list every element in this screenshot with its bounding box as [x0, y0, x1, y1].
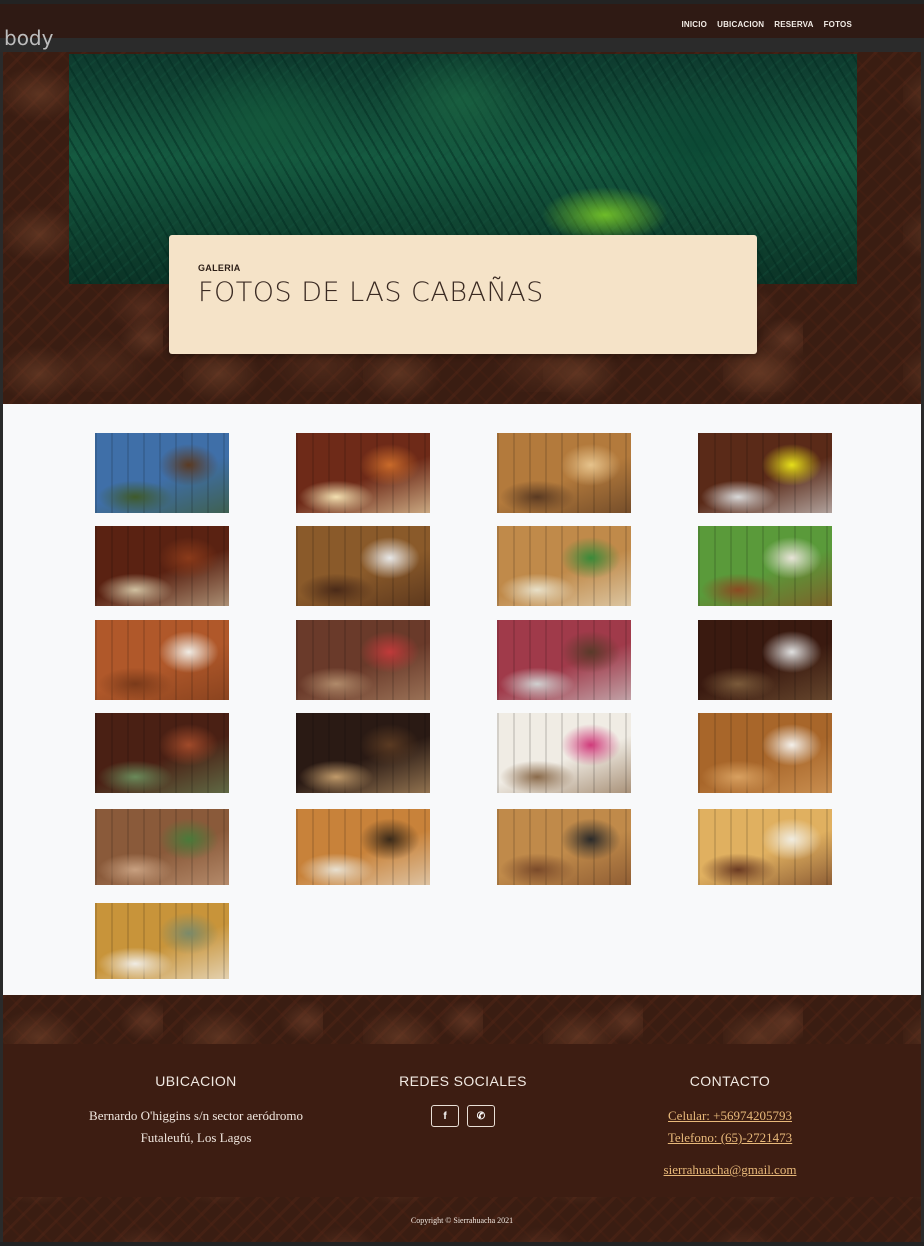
celular-link[interactable]: Celular: +56974205793 [620, 1105, 840, 1127]
facebook-icon[interactable]: f [431, 1105, 459, 1127]
gallery-photo-bathroom-door[interactable] [95, 620, 229, 700]
gallery-photo-kitchen-fridge[interactable] [296, 526, 430, 606]
main-nav: INICIO UBICACION RESERVA FOTOS [681, 20, 852, 29]
gallery-photo-kitchen-pink[interactable] [497, 620, 631, 700]
footer: UBICACION Bernardo O'higgins s/n sector … [3, 995, 921, 1246]
gallery-photo-living-room-sofa[interactable] [698, 809, 832, 885]
gallery-photo-kitchen-tv[interactable] [296, 809, 430, 885]
redes-heading: REDES SOCIALES [399, 1073, 527, 1089]
gallery-photo-cabin-exterior-mountains[interactable] [95, 433, 229, 513]
gallery-photo-kitchen-yellow-curtain[interactable] [698, 433, 832, 513]
gallery-photo-living-room-wood[interactable] [296, 433, 430, 513]
gallery-photo-bedroom-twin-beds[interactable] [95, 903, 229, 979]
copyright: Copyright © Sierrahuacha 2021 [410, 1216, 514, 1225]
hero-kicker: GALERIA [198, 263, 241, 273]
social-links: f ✆ [383, 1105, 543, 1127]
nav-fotos[interactable]: FOTOS [824, 20, 852, 29]
gallery-photo-living-kitchen-stove[interactable] [497, 809, 631, 885]
gallery-photo-living-dining-red[interactable] [296, 620, 430, 700]
footer-panel: UBICACION Bernardo O'higgins s/n sector … [3, 1044, 921, 1197]
gallery-photo-kitchen-wood[interactable] [497, 433, 631, 513]
nav-ubicacion[interactable]: UBICACION [717, 20, 764, 29]
gallery-photo-hallway-pink[interactable] [497, 713, 631, 793]
debug-body-label: body [4, 26, 54, 50]
top-navbar: INICIO UBICACION RESERVA FOTOS [0, 0, 924, 38]
telefono-link[interactable]: Telefono: (65)-2721473 [620, 1127, 840, 1149]
gallery-photo-bathroom-vanity[interactable] [698, 713, 832, 793]
photo-gallery [3, 404, 921, 995]
nav-inicio[interactable]: INICIO [681, 20, 707, 29]
hero-section: GALERIA FOTOS DE LAS CABAÑAS [3, 52, 921, 404]
address-line-2: Futaleufú, Los Lagos [140, 1130, 252, 1145]
gallery-photo-cabin-deck-exterior[interactable] [95, 809, 229, 885]
gallery-photo-bedroom-green[interactable] [497, 526, 631, 606]
footer-contacto: CONTACTO Celular: +56974205793 Telefono:… [620, 1073, 840, 1181]
address-line-1: Bernardo O'higgins s/n sector aeródromo [89, 1108, 303, 1123]
gallery-photo-dining-wood-door[interactable] [95, 526, 229, 606]
topbar-strip [0, 38, 924, 52]
page-title: FOTOS DE LAS CABAÑAS [198, 277, 544, 308]
contacto-heading: CONTACTO [689, 1073, 771, 1089]
ubicacion-heading: UBICACION [155, 1073, 237, 1089]
gallery-photo-kitchen-window-dark[interactable] [698, 620, 832, 700]
bottom-edge [0, 1242, 924, 1246]
footer-ubicacion: UBICACION Bernardo O'higgins s/n sector … [61, 1073, 331, 1149]
gallery-photo-bedroom-dark[interactable] [296, 713, 430, 793]
email-link[interactable]: sierrahuacha@gmail.com [620, 1159, 840, 1181]
hero-title-card: GALERIA FOTOS DE LAS CABAÑAS [169, 235, 757, 354]
footer-redes: REDES SOCIALES f ✆ [383, 1073, 543, 1127]
gallery-photo-bedroom-green-2[interactable] [698, 526, 832, 606]
whatsapp-icon[interactable]: ✆ [467, 1105, 495, 1127]
gallery-photo-bedroom-striped[interactable] [95, 713, 229, 793]
nav-reserva[interactable]: RESERVA [774, 20, 813, 29]
